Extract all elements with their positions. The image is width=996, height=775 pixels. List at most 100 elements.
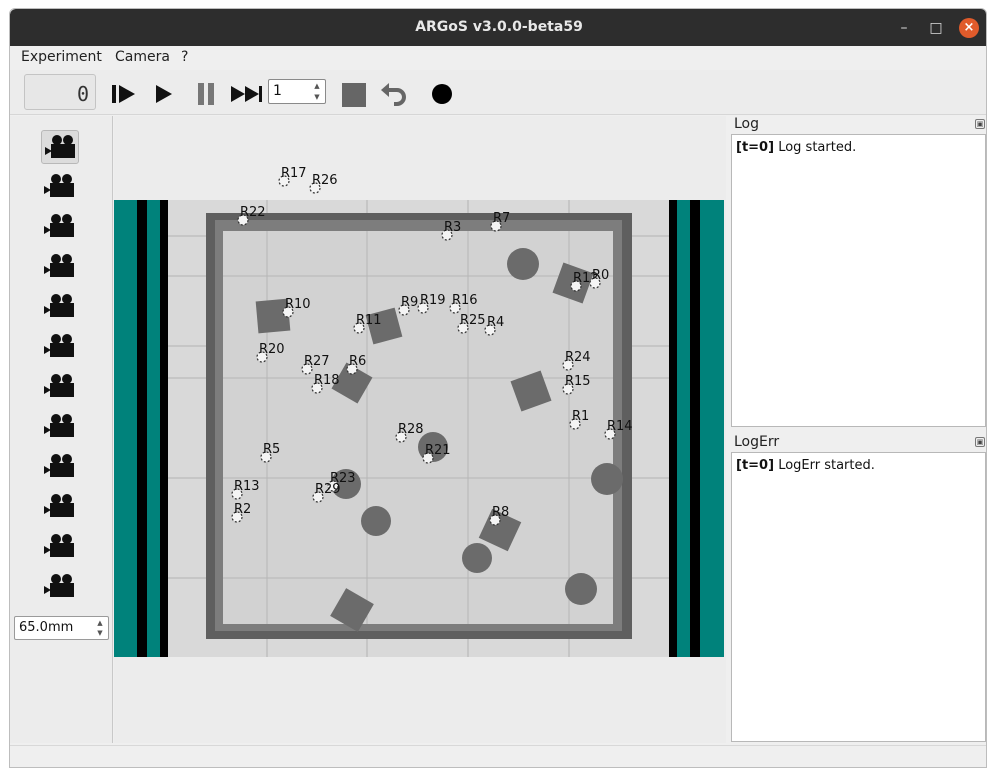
logerr-pane[interactable]: [t=0] LogErr started. [731,452,986,742]
log-title: Log [734,116,760,132]
robot-label: R14 [607,419,633,434]
camera-button-2[interactable] [41,170,79,204]
robot-label: R29 [315,482,341,497]
camera-icon [44,454,74,477]
robot-label: R28 [398,422,424,437]
cylinder-obstacle [591,463,623,495]
robot-label: R10 [285,297,311,312]
robot-label: R18 [314,373,340,388]
camera-icon [44,534,74,557]
play-icon[interactable] [148,78,180,110]
robot-label: R20 [259,342,285,357]
float-icon[interactable]: ▣ [975,119,985,129]
camera-button-5[interactable] [41,290,79,324]
pause-icon[interactable] [190,78,222,110]
record-icon[interactable] [426,78,458,110]
close-icon[interactable]: × [959,18,979,38]
toolbar: 0 1 ▲ ▼ [10,70,986,115]
step-counter: 0 [24,74,96,110]
camera-button-11[interactable] [41,530,79,564]
robot-label: R16 [452,293,478,308]
focal-length-value: 65.0mm [19,620,74,635]
focal-length-spinbox[interactable]: 65.0mm ▲ ▼ [14,616,109,640]
spin-down-icon[interactable]: ▼ [94,628,106,638]
arena-canvas[interactable]: R17 R26R22R3R7R12R0R10 R9 R19 R16R11 R25 R4R20… [114,116,726,743]
camera-icon [44,174,74,197]
robot-r26[interactable]: R26 [309,173,338,194]
camera-icon [44,494,74,517]
camera-icon [44,254,74,277]
robot-label: R27 [304,354,330,369]
menu-bar: Experiment Camera ? [10,46,986,70]
camera-icon [44,214,74,237]
menu-experiment[interactable]: Experiment [21,49,102,65]
fast-forward-icon[interactable] [229,78,262,110]
camera-button-6[interactable] [41,330,79,364]
maximize-icon[interactable]: □ [926,18,946,38]
camera-button-4[interactable] [41,250,79,284]
speed-spinbox[interactable]: 1 ▲ ▼ [268,79,326,104]
robot-label: R1 [572,409,589,424]
camera-icon [44,334,74,357]
window-title: ARGoS v3.0.0-beta59 [415,19,583,35]
side-stripe [160,200,168,657]
camera-icon [44,294,74,317]
robot-label: R24 [565,350,591,365]
cylinder-obstacle [507,248,539,280]
robot-label: R6 [349,354,366,369]
robot-label: R17 [281,166,307,181]
log-pane[interactable]: [t=0] Log started. [731,134,986,427]
app-window: ARGoS v3.0.0-beta59 – □ × Experiment Cam… [9,8,987,768]
title-bar[interactable]: ARGoS v3.0.0-beta59 – □ × [10,9,986,46]
robot-label: R13 [234,479,260,494]
stop-icon[interactable] [337,78,369,110]
camera-button-3[interactable] [41,210,79,244]
logerr-title: LogErr [734,434,780,450]
logerr-line: [t=0] LogErr started. [736,458,875,473]
side-panel-left [114,200,137,657]
log-message: Log started. [778,140,857,155]
cylinder-obstacle [361,506,391,536]
side-stripe [137,200,147,657]
reset-icon[interactable] [378,78,410,110]
speed-value: 1 [273,83,282,99]
logerr-dock: LogErr ▣ [t=0] LogErr started. [729,434,986,744]
robot-label: R21 [425,443,451,458]
side-stripe [669,200,677,657]
menu-help[interactable]: ? [181,49,188,65]
robot-label: R8 [492,505,509,520]
robot-label: R25 [460,313,486,328]
camera-button-8[interactable] [41,410,79,444]
logerr-timestamp: [t=0] [736,458,775,473]
camera-icon [44,574,74,597]
robot-label: R2 [234,502,251,517]
minimize-icon[interactable]: – [894,18,914,38]
spin-up-icon[interactable]: ▲ [311,81,323,92]
camera-icon [44,414,74,437]
step-icon[interactable] [108,78,140,110]
robot-label: R26 [312,173,338,188]
camera-button-7[interactable] [41,370,79,404]
robot-label: R7 [493,211,510,226]
float-icon[interactable]: ▣ [975,437,985,447]
side-stripe [690,200,700,657]
camera-button-1[interactable] [41,130,79,164]
robot-r17[interactable]: R17 [278,166,307,187]
camera-icon [45,135,75,158]
robot-label: R9 [401,295,418,310]
cylinder-obstacle [565,573,597,605]
robot-label: R3 [444,220,461,235]
cylinder-obstacle [462,543,492,573]
robot-label: R19 [420,293,446,308]
status-bar [10,745,986,767]
robot-label: R15 [565,374,591,389]
camera-button-12[interactable] [41,570,79,604]
camera-button-9[interactable] [41,450,79,484]
spin-up-icon[interactable]: ▲ [94,618,106,628]
arena-viewport[interactable]: R17 R26 R22 R3 R7 R12 R0 R10 R9 R19 R16 R11 R25 R4 R20… [114,116,726,743]
spin-down-icon[interactable]: ▼ [311,92,323,103]
menu-camera[interactable]: Camera [115,49,170,65]
camera-button-10[interactable] [41,490,79,524]
robot-label: R0 [592,268,609,283]
robot-label: R11 [356,313,382,328]
